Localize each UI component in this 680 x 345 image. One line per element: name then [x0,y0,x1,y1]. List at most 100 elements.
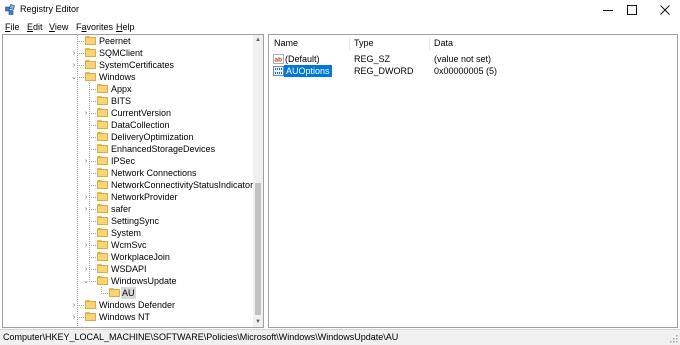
tree-item-enhancedstoragedevices[interactable]: EnhancedStorageDevices [3,143,253,155]
tree-item-label: DeliveryOptimization [111,132,194,142]
tree-item-ipsec[interactable]: › IPSec [3,155,253,167]
value-row-auoptions[interactable]: AUOptions REG_DWORD 0x00000005 (5) [269,65,677,77]
chevron-right-icon[interactable]: › [69,311,79,323]
resize-grip-icon[interactable] [670,335,678,343]
tree-item-networkconnectivitystatusindicator[interactable]: NetworkConnectivityStatusIndicator [3,179,253,191]
chevron-down-icon[interactable]: ⌄ [69,71,79,83]
status-bar: Computer\HKEY_LOCAL_MACHINE\SOFTWARE\Pol… [0,329,680,345]
tree-item-label: WSDAPI [111,264,147,274]
tree-item-windows[interactable]: ⌄ Windows [3,71,253,83]
chevron-right-icon[interactable]: › [81,263,91,275]
tree-item-label: NetworkProvider [111,192,178,202]
tree-item-windowsupdate[interactable]: ⌄ WindowsUpdate [3,275,253,287]
column-divider[interactable] [429,37,430,50]
menu-favorites[interactable]: Favorites [76,22,113,32]
tree-item-safer[interactable]: › safer [3,203,253,215]
folder-icon [85,60,96,69]
folder-icon [97,144,108,153]
tree-item-label: safer [111,204,132,214]
chevron-down-icon[interactable]: ⌄ [81,275,91,287]
chevron-right-icon[interactable]: › [81,155,91,167]
tree-item-system[interactable]: System [3,227,253,239]
tree-item-label: Windows [99,72,136,82]
tree-item-windows-nt[interactable]: › Windows NT [3,311,253,323]
value-type: REG_DWORD [354,66,414,76]
value-data: (value not set) [434,54,492,64]
tree-item-settingsync[interactable]: SettingSync [3,215,253,227]
tree-item-label: Peernet [99,36,131,46]
maximize-button[interactable] [615,0,649,20]
folder-icon [97,180,108,189]
menu-edit[interactable]: Edit [27,22,43,32]
chevron-right-icon[interactable]: › [81,203,91,215]
menu-bar: File Edit View Favorites Help [0,20,680,34]
tree-item-deliveryoptimization[interactable]: DeliveryOptimization [3,131,253,143]
chevron-right-icon[interactable]: › [69,299,79,311]
value-name-selected: AUOptions [284,65,332,77]
value-row-default[interactable]: ab (Default) REG_SZ (value not set) [269,53,677,65]
tree-item-datacollection[interactable]: DataCollection [3,119,253,131]
tree-scrollbar[interactable]: ▲ ▼ [253,35,263,327]
tree-item-network-connections[interactable]: Network Connections [3,167,253,179]
svg-text:ab: ab [275,57,283,64]
tree-item-label: Network Connections [111,168,197,178]
tree-item-label: IPSec [111,156,136,166]
column-header-type[interactable]: Type [354,38,374,48]
tree-item-peernet[interactable]: Peernet [3,35,253,47]
tree-item-label: WcmSvc [111,240,147,250]
column-header-name[interactable]: Name [274,38,298,48]
value-type: REG_SZ [354,54,391,64]
values-list-pane[interactable]: Name Type Data ab (Default) REG_SZ (valu… [268,34,678,328]
folder-icon [97,96,108,105]
tree-item-label: SettingSync [111,216,160,226]
tree-item-wsdapi[interactable]: › WSDAPI [3,263,253,275]
folder-icon [85,48,96,57]
tree-item-sqmclient[interactable]: › SQMClient [3,47,253,59]
tree-item-label: EnhancedStorageDevices [111,144,216,154]
tree-item-windows-defender[interactable]: › Windows Defender [3,299,253,311]
folder-open-icon [97,276,108,285]
chevron-right-icon[interactable]: › [81,191,91,203]
tree-item-label: DataCollection [111,120,170,130]
menu-help[interactable]: Help [116,22,135,32]
folder-icon [97,204,108,213]
minimize-icon [603,10,613,11]
tree-item-label: SystemCertificates [99,60,175,70]
key-tree-pane[interactable]: Peernet › SQMClient › SystemCertificates… [2,34,264,328]
chevron-right-icon[interactable]: › [69,59,79,71]
tree-item-wcmsvc[interactable]: › WcmSvc [3,239,253,251]
tree-item-label: Windows Defender [99,300,176,310]
tree-item-appx[interactable]: Appx [3,83,253,95]
tree-item-workplacejoin[interactable]: WorkplaceJoin [3,251,253,263]
folder-icon [85,36,96,45]
folder-icon [97,84,108,93]
tree-item-systemcertificates[interactable]: › SystemCertificates [3,59,253,71]
string-value-icon: ab [273,54,284,64]
tree-item-currentversion[interactable]: › CurrentVersion [3,107,253,119]
folder-icon [85,300,96,309]
column-divider[interactable] [349,37,350,50]
tree-item-label: CurrentVersion [111,108,172,118]
column-header-data[interactable]: Data [434,38,453,48]
tree-item-networkprovider[interactable]: › NetworkProvider [3,191,253,203]
menu-file[interactable]: File [5,22,20,32]
chevron-right-icon[interactable]: › [81,239,91,251]
chevron-right-icon[interactable]: › [69,47,79,59]
tree-item-label: WindowsUpdate [111,276,177,286]
tree-item-label: Windows NT [99,312,151,322]
tree-item-au[interactable]: AU [3,287,253,299]
close-button[interactable] [648,0,680,20]
tree-item-label: Appx [111,84,132,94]
menu-view[interactable]: View [49,22,68,32]
folder-icon [97,252,108,261]
scrollbar-thumb[interactable] [255,183,261,315]
tree-item-bits[interactable]: BITS [3,95,253,107]
binary-value-icon [273,66,284,76]
folder-icon [109,288,120,297]
folder-icon [97,108,108,117]
tree-item-label-selected: AU [121,287,136,299]
chevron-right-icon[interactable]: › [81,107,91,119]
folder-icon [85,312,96,321]
scroll-down-arrow-icon[interactable]: ▼ [253,317,263,327]
scroll-up-arrow-icon[interactable]: ▲ [253,35,263,45]
